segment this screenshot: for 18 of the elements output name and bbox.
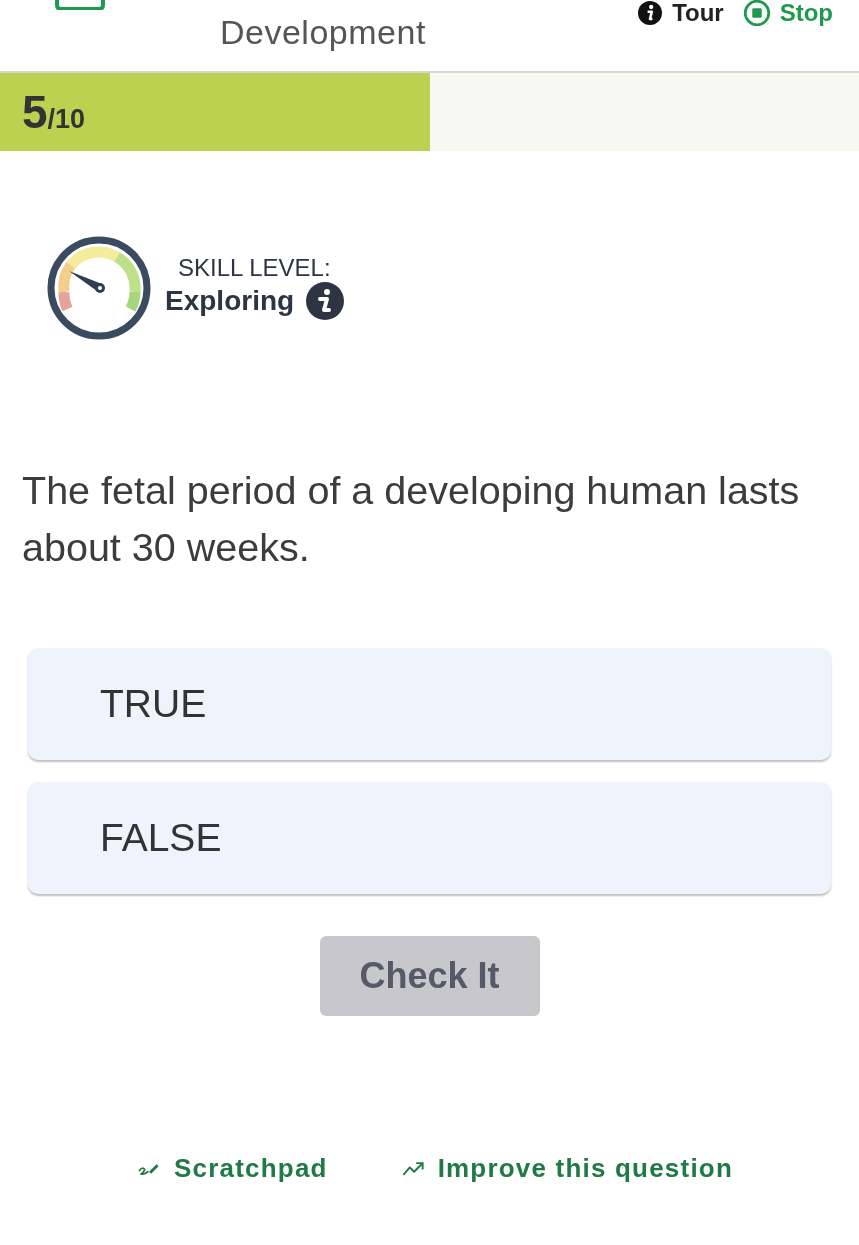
tour-button[interactable]: Tour: [672, 0, 724, 26]
question-text: The fetal period of a developing human lasts about 30 weeks.: [22, 467, 801, 571]
answer-option[interactable]: TRUE: [28, 648, 831, 760]
bracket-icon[interactable]: [55, 0, 105, 10]
lesson-title: Development: [220, 12, 426, 52]
progress-total: /10: [47, 104, 86, 135]
stop-icon[interactable]: [743, 0, 770, 26]
trend-up-icon[interactable]: [401, 1160, 424, 1176]
skill-level-caption: SKILL LEVEL:: [178, 254, 331, 282]
gauge-icon: [45, 236, 153, 340]
info-icon[interactable]: [638, 1, 663, 25]
footer-link[interactable]: Improve this question: [437, 1152, 733, 1184]
skill-level-value: Exploring: [165, 284, 295, 318]
stop-button[interactable]: Stop: [779, 0, 833, 26]
info-icon[interactable]: [306, 282, 345, 320]
footer-link[interactable]: Scratchpad: [174, 1152, 328, 1184]
progress-current: 5: [22, 87, 48, 137]
answer-option[interactable]: FALSE: [28, 782, 831, 894]
